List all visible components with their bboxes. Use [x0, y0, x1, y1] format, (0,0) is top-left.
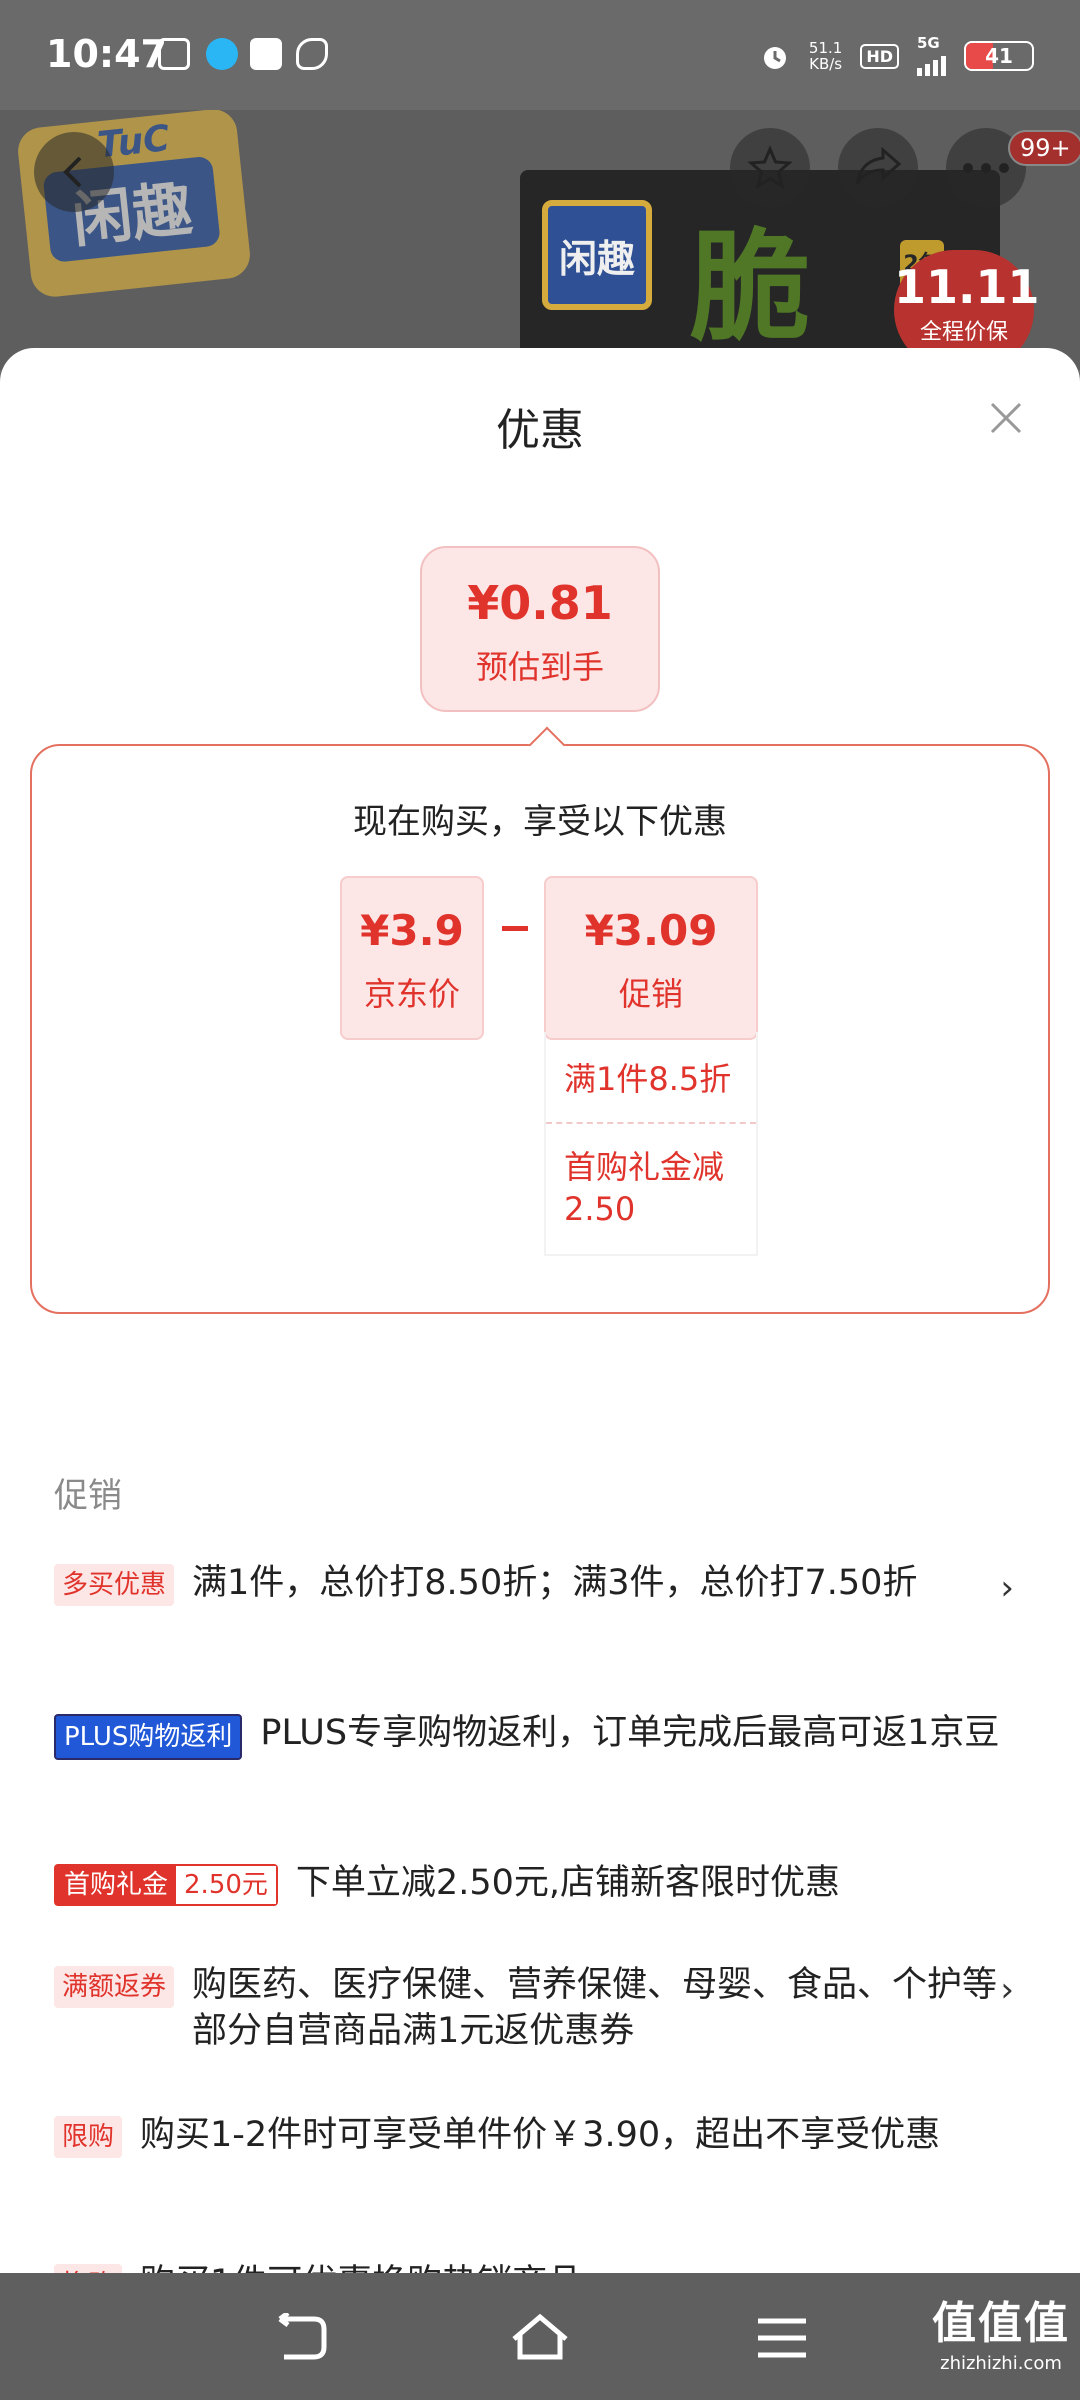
double11-label: 11.11	[894, 260, 1040, 314]
promo-tag: 首购礼金 2.50元	[54, 1864, 278, 1906]
promo-tag: PLUS购物返利	[54, 1714, 243, 1760]
share-icon	[855, 146, 902, 185]
estimated-price-card: ¥0.81 预估到手	[420, 546, 660, 712]
more-dots-icon	[963, 163, 1009, 173]
promo-tag-label: 首购礼金	[56, 1866, 177, 1904]
jd-price: ¥3.9	[360, 906, 464, 955]
estimated-price: ¥0.81	[467, 576, 613, 630]
star-icon	[747, 145, 793, 190]
signal-group: 5G	[917, 36, 946, 76]
product-header: TuC 闲趣 闲趣 脆 2包 99+ 11.11 全程价保	[0, 110, 1080, 370]
promo-row-exchange[interactable]: 换购 购买1件可优惠换购热销商品 ›	[54, 2260, 1044, 2273]
app-notification-icon	[250, 38, 282, 70]
promo-tag: 满额返券	[54, 1966, 175, 2008]
promo-tag: 多买优惠	[54, 1564, 175, 1606]
nav-menu-button[interactable]	[752, 2313, 812, 2363]
favorite-button[interactable]	[730, 128, 810, 208]
jd-price-label: 京东价	[363, 975, 460, 1013]
message-count-badge: 99+	[1008, 130, 1080, 166]
battery-icon: 41	[964, 41, 1034, 71]
promo-tag: 换购	[54, 2264, 123, 2273]
nav-back-button[interactable]	[270, 2311, 330, 2363]
close-button[interactable]	[986, 398, 1026, 438]
promo-details: 满1件8.5折 首购礼金减2.50	[544, 1032, 758, 1256]
system-nav-bar: 值值值 zhizhizhi.com	[0, 2273, 1080, 2400]
qq-icon	[206, 38, 238, 70]
promo-text: 满1件，总价打8.50折；满3件，总价打7.50折	[192, 1563, 918, 1603]
chevron-right-icon: ›	[1000, 1568, 1014, 1608]
leaf-icon	[296, 38, 328, 70]
promo-text: 购买1件可优惠换购热销商品	[140, 2260, 1044, 2273]
promo-row-plus-rebate: PLUS购物返利 PLUS专享购物返利，订单完成后最高可返1京豆	[54, 1710, 1044, 1760]
nav-home-button[interactable]	[510, 2313, 570, 2363]
watermark: 值值值 zhizhizhi.com	[932, 2287, 1070, 2374]
promo-row-coupon-return[interactable]: 满额返券 购医药、医疗保健、营养保健、母婴、食品、个护等部分自营商品满1元返优惠…	[54, 1962, 1044, 2054]
promo-row-first-purchase: 首购礼金 2.50元 下单立减2.50元,店铺新客限时优惠	[54, 1860, 1044, 1906]
home-icon	[512, 2313, 568, 2360]
watermark-main: 值值值	[932, 2298, 1070, 2349]
alarm-icon	[763, 47, 786, 69]
discount-sheet: 优惠 ¥0.81 预估到手 现在购买，享受以下优惠 ¥3.9 京东价 ¥3.09…	[0, 348, 1080, 2273]
chevron-right-icon: ›	[1000, 1970, 1014, 2010]
share-button[interactable]	[838, 128, 918, 208]
promo-text: PLUS专享购物返利，订单完成后最高可返1京豆	[260, 1713, 1000, 1753]
promo-amount: ¥3.09	[584, 906, 718, 955]
menu-icon	[758, 2318, 806, 2358]
panel-pointer	[528, 726, 566, 764]
network-type: 5G	[917, 34, 940, 52]
net-speed-unit: KB/s	[809, 55, 843, 73]
chevron-left-icon	[63, 156, 82, 188]
sim-card-icon	[158, 38, 190, 70]
clock: 10:47	[46, 32, 167, 76]
promo-row-purchase-limit: 限购 购买1-2件时可享受单件价￥3.90，超出不享受优惠	[54, 2112, 1044, 2158]
promo-detail-gift: 首购礼金减2.50	[564, 1148, 725, 1228]
minus-sign	[502, 926, 528, 931]
status-bar: 10:47 51.1 KB/s HD 5G 41	[0, 0, 1080, 110]
pack-logo: 闲趣	[542, 200, 652, 310]
back-arrow-icon	[278, 2311, 327, 2360]
promo-text: 购买1-2件时可享受单件价￥3.90，超出不享受优惠	[140, 2115, 941, 2155]
promo-amount-box: ¥3.09 促销	[544, 876, 758, 1040]
back-button[interactable]	[34, 132, 114, 212]
promo-label: 促销	[618, 975, 683, 1013]
pack-graphic: 脆	[690, 219, 810, 358]
breakdown-heading: 现在购买，享受以下优惠	[353, 802, 727, 842]
watermark-sub: zhizhizhi.com	[940, 2353, 1062, 2374]
promo-tag: 限购	[54, 2116, 123, 2158]
promotions-section-label: 促销	[54, 1476, 122, 1516]
promo-text: 购医药、医疗保健、营养保健、母婴、食品、个护等部分自营商品满1元返优惠券	[192, 1965, 998, 2051]
net-speed-value: 51.1	[808, 39, 843, 57]
signal-bars-icon	[917, 50, 946, 76]
sheet-title: 优惠	[496, 405, 584, 456]
estimated-price-label: 预估到手	[475, 648, 604, 686]
price-protect-label: 全程价保	[919, 320, 1008, 345]
promo-detail-discount: 满1件8.5折	[546, 1032, 756, 1124]
close-icon	[990, 402, 1022, 434]
price-breakdown-panel: 现在购买，享受以下优惠 ¥3.9 京东价 ¥3.09 促销 满1件8.5折 首购…	[30, 726, 1050, 1314]
battery-level: 41	[985, 44, 1013, 68]
promo-row-multibuy[interactable]: 多买优惠 满1件，总价打8.50折；满3件，总价打7.50折 ›	[54, 1560, 1044, 1608]
promo-tag-value: 2.50元	[176, 1866, 276, 1904]
promo-text: 下单立减2.50元,店铺新客限时优惠	[295, 1863, 840, 1903]
hd-badge: HD	[860, 43, 899, 69]
jd-price-box: ¥3.9 京东价	[340, 876, 484, 1040]
network-speed: 51.1 KB/s	[809, 40, 842, 72]
